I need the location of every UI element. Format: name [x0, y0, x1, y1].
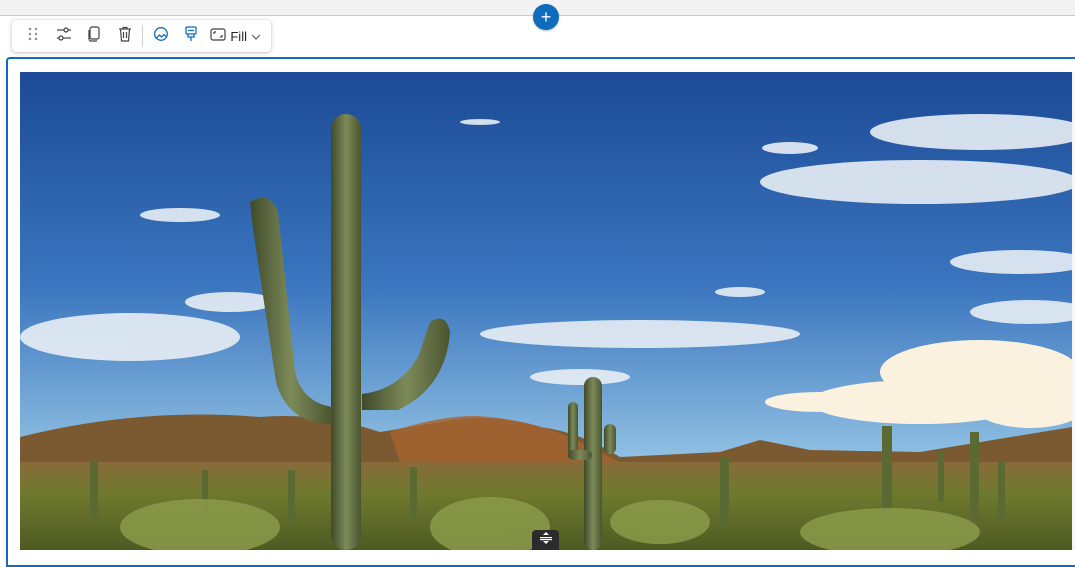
alt-text-button[interactable]	[145, 23, 176, 49]
desert-saguaro-image[interactable]	[20, 72, 1072, 550]
delete-icon	[118, 26, 132, 47]
focal-point-button[interactable]	[176, 23, 207, 49]
chevron-down-icon	[251, 29, 261, 44]
focal-point-icon	[184, 25, 198, 47]
fill-mode-dropdown[interactable]: Fill	[206, 23, 265, 49]
resize-vertical-icon	[539, 531, 553, 550]
add-section-button[interactable]: +	[533, 4, 559, 30]
resize-handle[interactable]	[532, 530, 559, 550]
duplicate-button[interactable]	[79, 23, 110, 49]
drag-handle-button[interactable]	[18, 23, 49, 49]
properties-button[interactable]	[49, 23, 80, 49]
settings-sliders-icon	[56, 26, 72, 46]
toolbar-divider	[142, 25, 144, 47]
delete-button[interactable]	[110, 23, 141, 49]
alt-text-icon	[153, 26, 169, 47]
fill-mode-icon	[210, 28, 226, 44]
drag-handle-icon	[26, 27, 40, 46]
fill-mode-label: Fill	[230, 28, 247, 44]
image-toolbar: Fill	[12, 20, 271, 52]
plus-icon: +	[540, 7, 552, 27]
copy-icon	[87, 25, 101, 47]
